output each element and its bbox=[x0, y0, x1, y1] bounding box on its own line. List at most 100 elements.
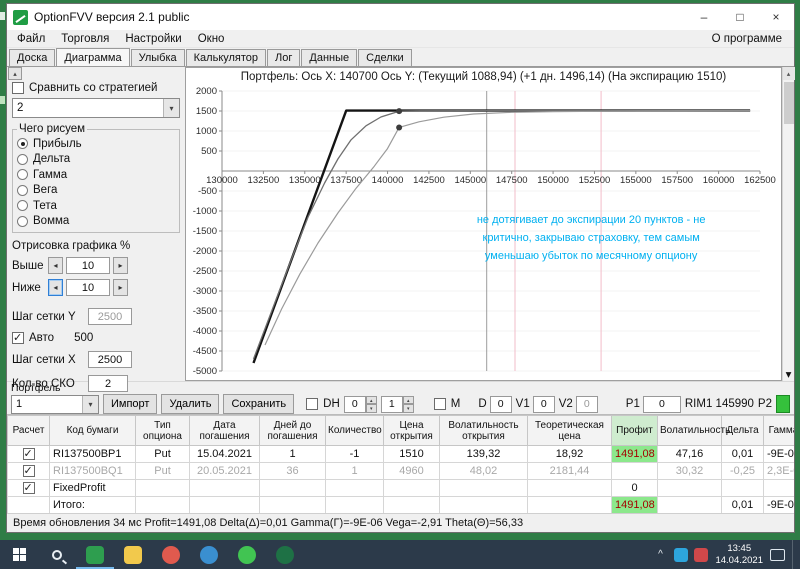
x-tick-label: 155000 bbox=[620, 175, 652, 186]
row-checkbox[interactable] bbox=[22, 447, 35, 461]
grid-x-input[interactable]: 2500 bbox=[88, 351, 132, 368]
p1-label: P1 bbox=[625, 398, 640, 410]
column-header[interactable]: Теоретическая цена bbox=[527, 415, 612, 446]
column-header[interactable]: Код бумаги bbox=[49, 415, 136, 446]
grid-y-input[interactable]: 2500 bbox=[88, 308, 132, 325]
tab-Диаграмма[interactable]: Диаграмма bbox=[56, 48, 130, 66]
maximize-button[interactable]: □ bbox=[722, 4, 758, 30]
delete-button[interactable]: Удалить bbox=[161, 394, 220, 414]
action-center-button[interactable] bbox=[770, 548, 785, 561]
cell: -1 bbox=[325, 445, 384, 463]
menu-item[interactable]: Файл bbox=[9, 33, 53, 45]
checkbox-icon bbox=[306, 398, 319, 410]
spin-up-icon[interactable]: ▴ bbox=[365, 395, 377, 404]
below-input[interactable]: 10 bbox=[66, 279, 110, 296]
search-button[interactable] bbox=[38, 540, 76, 569]
taskbar-explorer-icon[interactable] bbox=[114, 540, 152, 569]
start-button[interactable] bbox=[0, 540, 38, 569]
scroll-down-icon[interactable]: ▾ bbox=[786, 367, 792, 381]
panel-scroll-up-button[interactable]: ▴ bbox=[8, 67, 22, 80]
taskbar-optionfvv-icon[interactable] bbox=[76, 540, 114, 569]
tray-expand-button[interactable]: ^ bbox=[653, 549, 667, 560]
chevron-down-icon[interactable]: ▾ bbox=[82, 395, 98, 413]
menu-item-about[interactable]: О программе bbox=[712, 33, 792, 45]
p1-input[interactable]: 0 bbox=[642, 395, 681, 413]
sko-input[interactable]: 2 bbox=[88, 375, 128, 392]
d-input[interactable]: 0 bbox=[489, 395, 512, 413]
tabstrip: Доска Диаграмма Улыбка Калькулятор Лог Данные… bbox=[7, 48, 794, 66]
below-increase-button[interactable]: ▸ bbox=[113, 279, 128, 296]
column-header[interactable]: Профит bbox=[611, 415, 658, 446]
above-increase-button[interactable]: ▸ bbox=[113, 257, 128, 274]
column-header[interactable]: Тип опциона bbox=[135, 415, 190, 446]
draw-option[interactable]: Вега bbox=[17, 183, 175, 199]
tab-Доска[interactable]: Доска bbox=[9, 49, 56, 66]
tab-Сделки[interactable]: Сделки bbox=[358, 49, 412, 66]
spin-down-icon[interactable]: ▾ bbox=[402, 404, 414, 413]
tab-Данные[interactable]: Данные bbox=[301, 49, 358, 66]
spin-up-icon[interactable]: ▴ bbox=[402, 395, 414, 404]
draw-option[interactable]: Вомма bbox=[17, 214, 175, 230]
row-checkbox[interactable] bbox=[22, 464, 35, 478]
column-header[interactable]: Волатильность bbox=[657, 415, 730, 446]
column-header[interactable]: Волатильность открытия bbox=[439, 415, 528, 446]
dh-input-1[interactable]: 0 bbox=[343, 395, 366, 413]
v1-input[interactable]: 0 bbox=[532, 395, 555, 413]
column-header[interactable]: Количество bbox=[325, 415, 384, 446]
menu-item[interactable]: Торговля bbox=[53, 33, 117, 45]
above-decrease-button[interactable]: ◂ bbox=[48, 257, 63, 274]
auto-checkbox[interactable]: Авто bbox=[12, 331, 54, 344]
tab-Лог[interactable]: Лог bbox=[267, 49, 301, 66]
compare-strategy-checkbox[interactable]: Сравнить со стратегией bbox=[12, 82, 180, 94]
taskbar-chrome-icon[interactable] bbox=[152, 540, 190, 569]
calc-cell[interactable] bbox=[7, 445, 50, 463]
column-header[interactable]: Расчет bbox=[7, 415, 50, 446]
draw-option[interactable]: Дельта bbox=[17, 152, 175, 168]
taskbar-excel-icon[interactable] bbox=[266, 540, 304, 569]
vertical-scrollbar[interactable]: ▴ ▾ bbox=[782, 67, 795, 381]
column-header[interactable]: Дата погашения bbox=[189, 415, 260, 446]
draw-option[interactable]: Гамма bbox=[17, 167, 175, 183]
scroll-up-icon[interactable]: ▴ bbox=[782, 67, 795, 80]
scrollbar-thumb[interactable] bbox=[783, 82, 794, 124]
kaspersky-tray-icon[interactable] bbox=[694, 547, 709, 562]
menu-item[interactable]: Настройки bbox=[117, 33, 189, 45]
cell bbox=[657, 479, 722, 497]
tab-Калькулятор[interactable]: Калькулятор bbox=[185, 49, 267, 66]
row-checkbox[interactable] bbox=[22, 481, 35, 495]
telegram-tray-icon[interactable] bbox=[674, 547, 689, 562]
spin-down-icon[interactable]: ▾ bbox=[365, 404, 377, 413]
dh-input-2[interactable]: 1 bbox=[380, 395, 403, 413]
portfolio-select[interactable]: 1 ▾ bbox=[11, 394, 99, 414]
tab-Улыбка[interactable]: Улыбка bbox=[130, 49, 185, 66]
cell bbox=[325, 496, 384, 513]
taskbar-edge-icon[interactable] bbox=[190, 540, 228, 569]
p2-button[interactable] bbox=[776, 395, 790, 413]
v2-input[interactable]: 0 bbox=[575, 395, 598, 413]
column-header[interactable]: Гамма bbox=[763, 415, 794, 446]
menu-item[interactable]: Окно bbox=[190, 33, 233, 45]
close-button[interactable]: × bbox=[758, 4, 794, 30]
strategy-select[interactable]: 2 ▾ bbox=[12, 98, 180, 118]
calc-cell[interactable] bbox=[7, 462, 50, 480]
chevron-down-icon[interactable]: ▾ bbox=[163, 99, 179, 117]
minimize-button[interactable]: – bbox=[686, 4, 722, 30]
draw-option[interactable]: Тета bbox=[17, 198, 175, 214]
column-header[interactable]: Дней до погашения bbox=[259, 415, 326, 446]
below-decrease-button[interactable]: ◂ bbox=[48, 279, 63, 296]
dh-spinner-1: 0 ▴ ▾ bbox=[343, 395, 377, 413]
import-button[interactable]: Импорт bbox=[103, 394, 158, 414]
dh-checkbox[interactable]: DH bbox=[306, 398, 340, 410]
column-header[interactable]: Дельта bbox=[721, 415, 764, 446]
column-header[interactable]: Цена открытия bbox=[383, 415, 440, 446]
above-input[interactable]: 10 bbox=[66, 257, 110, 274]
cell: 20.05.2021 bbox=[189, 462, 260, 480]
m-checkbox[interactable]: М bbox=[433, 398, 460, 410]
taskbar-clock[interactable]: 13:45 14.04.2021 bbox=[715, 543, 763, 566]
show-desktop-button[interactable] bbox=[792, 540, 797, 569]
calc-cell[interactable] bbox=[7, 496, 50, 513]
calc-cell[interactable] bbox=[7, 479, 50, 497]
save-button[interactable]: Сохранить bbox=[223, 394, 295, 414]
taskbar-whatsapp-icon[interactable] bbox=[228, 540, 266, 569]
draw-option[interactable]: Прибыль bbox=[17, 136, 175, 152]
